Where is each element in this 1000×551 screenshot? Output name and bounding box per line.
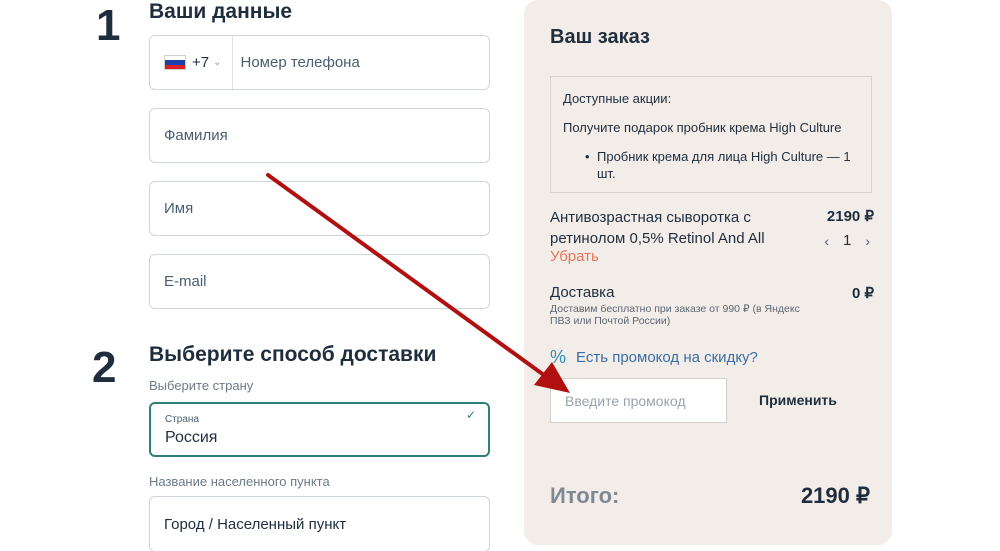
phone-code: +7 (192, 54, 210, 71)
check-icon: ✓ (465, 408, 476, 422)
shipping-price: 0 ₽ (851, 285, 874, 302)
remove-item-link[interactable]: Убрать (550, 248, 599, 265)
step-number-2: 2 (92, 343, 117, 392)
country-value: Россия (165, 429, 218, 446)
total-label: Итого: (550, 483, 620, 508)
promotions-header: Доступные акции: (563, 91, 672, 106)
promo-code-input[interactable]: Введите промокод (550, 378, 727, 423)
decrease-quantity-icon[interactable]: ‹ (824, 233, 829, 249)
phone-input[interactable]: Номер телефона (241, 54, 360, 71)
first-name-placeholder: Имя (164, 200, 194, 217)
quantity-stepper[interactable]: ‹ 1 › (824, 232, 870, 249)
promotion-items-list: Пробник крема для лица High Culture — 1 … (585, 148, 865, 182)
shipping-note: Доставим бесплатно при заказе от 990 ₽ (… (550, 303, 800, 327)
product-name: Антивозрастная сыворотка с ретинолом 0,5… (550, 209, 765, 247)
product-price: 2190 ₽ (826, 208, 874, 225)
shipping-label: Доставка (550, 284, 615, 301)
last-name-placeholder: Фамилия (164, 127, 228, 144)
percent-icon: % (550, 347, 567, 367)
section-title-delivery: Выберите способ доставки (149, 343, 437, 366)
promo-code-link[interactable]: % Есть промокод на скидку? (550, 347, 758, 368)
apply-promo-button[interactable]: Применить (759, 392, 837, 408)
country-field-label: Страна (165, 414, 200, 425)
city-field[interactable]: Город / Населенный пункт (149, 496, 490, 551)
promotion-item: Пробник крема для лица High Culture — 1 … (585, 148, 865, 182)
available-promotions-box: Доступные акции: Получите подарок пробни… (550, 76, 872, 193)
order-title: Ваш заказ (550, 26, 650, 48)
order-summary-panel: Ваш заказ Доступные акции: Получите пода… (524, 0, 892, 545)
promotion-offer: Получите подарок пробник крема High Cult… (563, 120, 842, 135)
last-name-field[interactable]: Фамилия (149, 108, 490, 163)
phone-country-selector[interactable]: +7 ⌄ (164, 36, 233, 89)
first-name-field[interactable]: Имя (149, 181, 490, 236)
promo-code-link-label: Есть промокод на скидку? (576, 349, 758, 366)
chevron-down-icon: ⌄ (213, 57, 222, 68)
section-title-personal-data: Ваши данные (149, 0, 293, 23)
city-placeholder: Город / Населенный пункт (164, 515, 347, 533)
increase-quantity-icon[interactable]: › (865, 233, 870, 249)
city-prompt: Название населенного пункта (149, 474, 330, 489)
quantity-value: 1 (842, 232, 852, 249)
russia-flag-icon (164, 55, 186, 70)
phone-field[interactable]: +7 ⌄ Номер телефона (149, 35, 490, 90)
promo-code-placeholder: Введите промокод (565, 392, 686, 409)
step-number-1: 1 (96, 1, 121, 50)
country-prompt: Выберите страну (149, 378, 254, 393)
total-value: 2190 ₽ (800, 483, 870, 508)
email-placeholder: E-mail (164, 273, 207, 290)
email-field[interactable]: E-mail (149, 254, 490, 309)
country-select[interactable]: Страна Россия ✓ (149, 402, 490, 457)
